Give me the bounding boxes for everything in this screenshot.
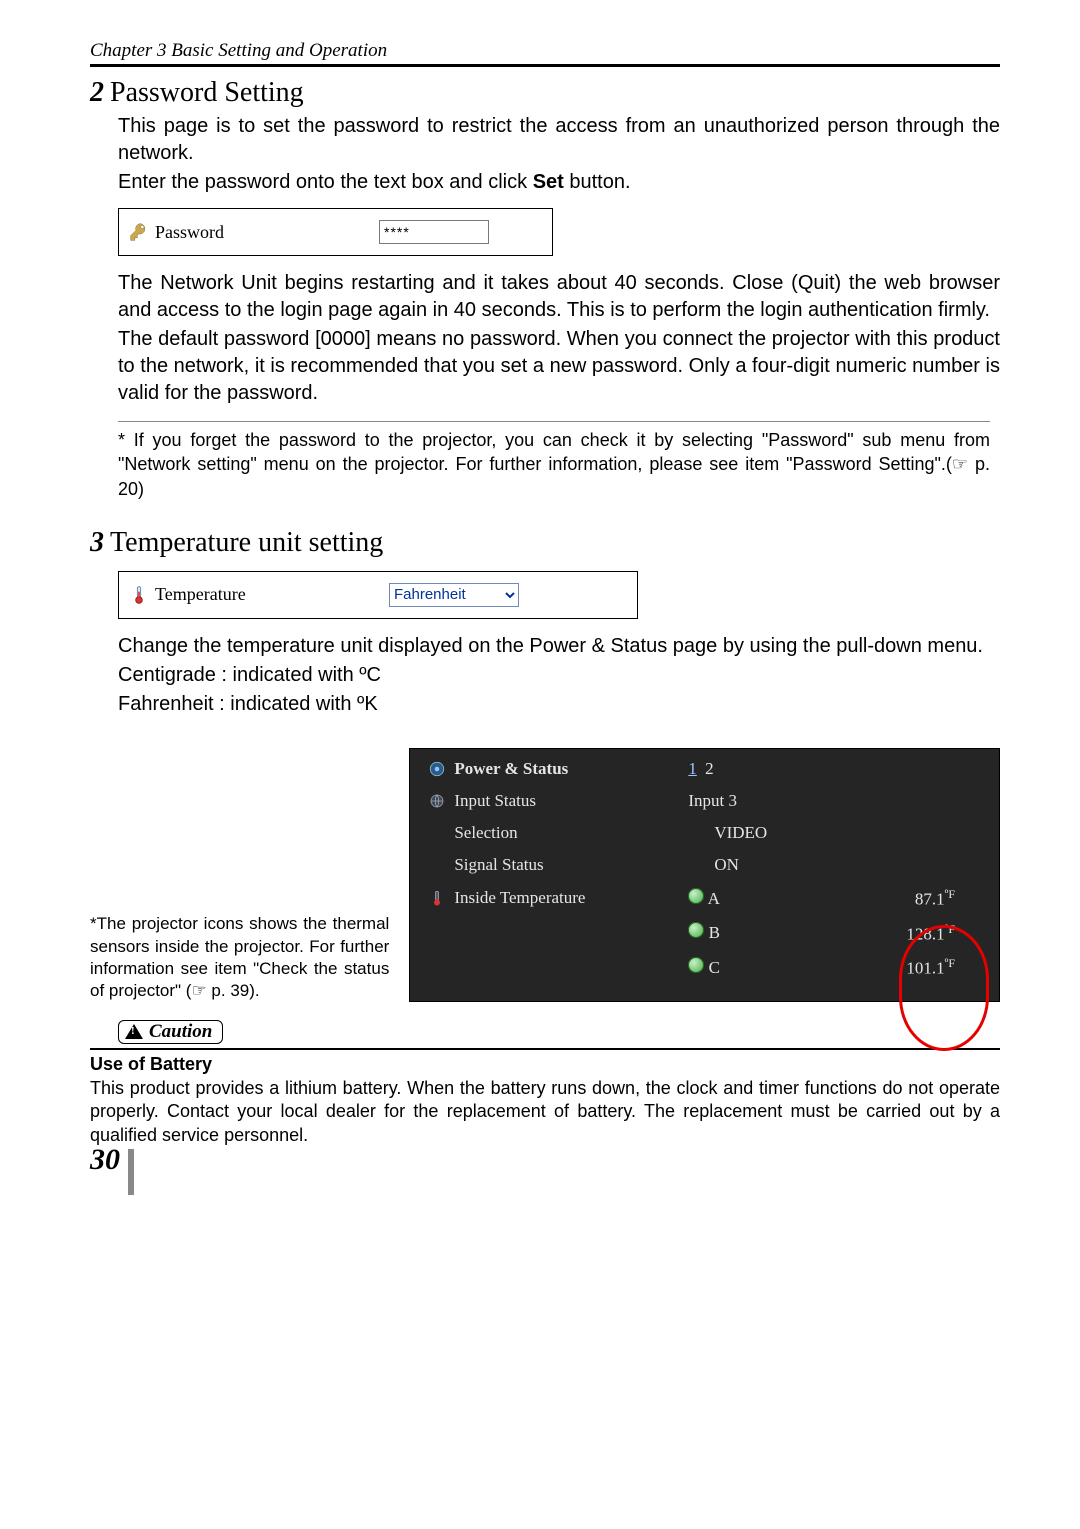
thermometer-icon <box>428 889 446 907</box>
status-row-selection: Selection VIDEO <box>410 817 999 849</box>
caution-body: This product provides a lithium battery.… <box>90 1077 1000 1147</box>
temp-unit: ºF <box>945 922 955 936</box>
page-link-2: 2 <box>705 759 714 778</box>
temp-unit: ºF <box>945 956 955 970</box>
caution-rule <box>90 1048 1000 1050</box>
section-2-para1: This page is to set the password to rest… <box>118 113 1000 167</box>
caution-label: Caution <box>149 1021 212 1043</box>
temp-value: 128.1 <box>906 924 944 943</box>
power-icon <box>428 760 446 778</box>
temp-value: 101.1 <box>906 959 944 978</box>
temp-tag: C <box>709 958 720 977</box>
page-link-1[interactable]: 1 <box>688 759 697 778</box>
chapter-header: Chapter 3 Basic Setting and Operation <box>90 40 1000 67</box>
status-row-signal: Signal Status ON <box>410 849 999 881</box>
section-3-para1: Change the temperature unit displayed on… <box>118 633 1000 660</box>
temp-status-icon <box>688 888 704 904</box>
section-2-title: 2Password Setting <box>90 77 1000 109</box>
power-status-panel: Power & Status 1 2 Input Status Input 3 <box>409 748 1000 1002</box>
temperature-select[interactable]: Fahrenheit <box>389 583 519 607</box>
caution-heading: Use of Battery <box>90 1054 1000 1075</box>
temp-status-icon <box>688 957 704 973</box>
section-2-body-2: The Network Unit begins restarting and i… <box>118 270 1000 407</box>
status-row-input: Input Status Input 3 <box>410 785 999 817</box>
password-input[interactable] <box>379 220 489 244</box>
status-value: VIDEO <box>714 823 874 843</box>
section-3-number: 3 <box>90 527 104 558</box>
status-label: Input Status <box>454 791 536 811</box>
section-3-body: Change the temperature unit displayed on… <box>118 633 1000 718</box>
status-row-temp-c: C 101.1ºF <box>410 950 999 985</box>
page-number-bar <box>128 1149 134 1195</box>
temp-unit: ºF <box>945 887 955 901</box>
section-2-para2: Enter the password onto the text box and… <box>118 169 1000 196</box>
temp-tag: B <box>709 923 720 942</box>
caution-badge: Caution <box>118 1020 223 1044</box>
page-number-value: 30 <box>90 1143 120 1176</box>
status-row-temp-b: B 128.1ºF <box>410 916 999 951</box>
thermometer-icon <box>129 585 149 605</box>
projector-icon-note: *The projector icons shows the thermal s… <box>90 913 389 1001</box>
text: button. <box>564 171 631 193</box>
temp-value: 87.1 <box>915 890 945 909</box>
section-3-heading: Temperature unit setting <box>110 527 383 558</box>
section-2-number: 2 <box>90 77 104 108</box>
section-2-para4: The default password [0000] means no pas… <box>118 326 1000 407</box>
status-value: ON <box>714 855 874 875</box>
temp-status-icon <box>688 922 704 938</box>
status-value: Input 3 <box>688 791 848 811</box>
warning-icon <box>125 1024 143 1039</box>
key-icon <box>129 222 149 242</box>
section-3-line-c: Centigrade : indicated with ºC <box>118 662 1000 689</box>
password-row: Password <box>118 208 553 256</box>
temperature-row: Temperature Fahrenheit <box>118 571 638 619</box>
lower-area: *The projector icons shows the thermal s… <box>90 748 1000 1002</box>
power-status-title: Power & Status <box>454 759 568 779</box>
status-label: Selection <box>454 823 517 843</box>
section-2-body: This page is to set the password to rest… <box>118 113 1000 196</box>
text: Enter the password onto the text box and… <box>118 171 533 193</box>
globe-icon <box>428 792 446 810</box>
section-3-title: 3Temperature unit setting <box>90 527 1000 559</box>
password-label: Password <box>155 222 224 243</box>
status-label: Signal Status <box>454 855 543 875</box>
temperature-label: Temperature <box>155 584 246 605</box>
page-number: 30 <box>90 1139 1000 1185</box>
temp-tag: A <box>708 889 720 908</box>
power-status-header: Power & Status 1 2 <box>410 753 999 785</box>
status-row-temp-a: Inside Temperature A 87.1ºF <box>410 881 999 916</box>
set-button-label-ref: Set <box>533 171 564 193</box>
section-2-heading: Password Setting <box>110 77 304 108</box>
section-2-para3: The Network Unit begins restarting and i… <box>118 270 1000 324</box>
section-3-line-f: Fahrenheit : indicated with ºK <box>118 691 1000 718</box>
inside-temp-label: Inside Temperature <box>454 888 585 908</box>
section-2-footnote: * If you forget the password to the proj… <box>118 421 990 501</box>
document-page: Chapter 3 Basic Setting and Operation 2P… <box>0 0 1080 1225</box>
